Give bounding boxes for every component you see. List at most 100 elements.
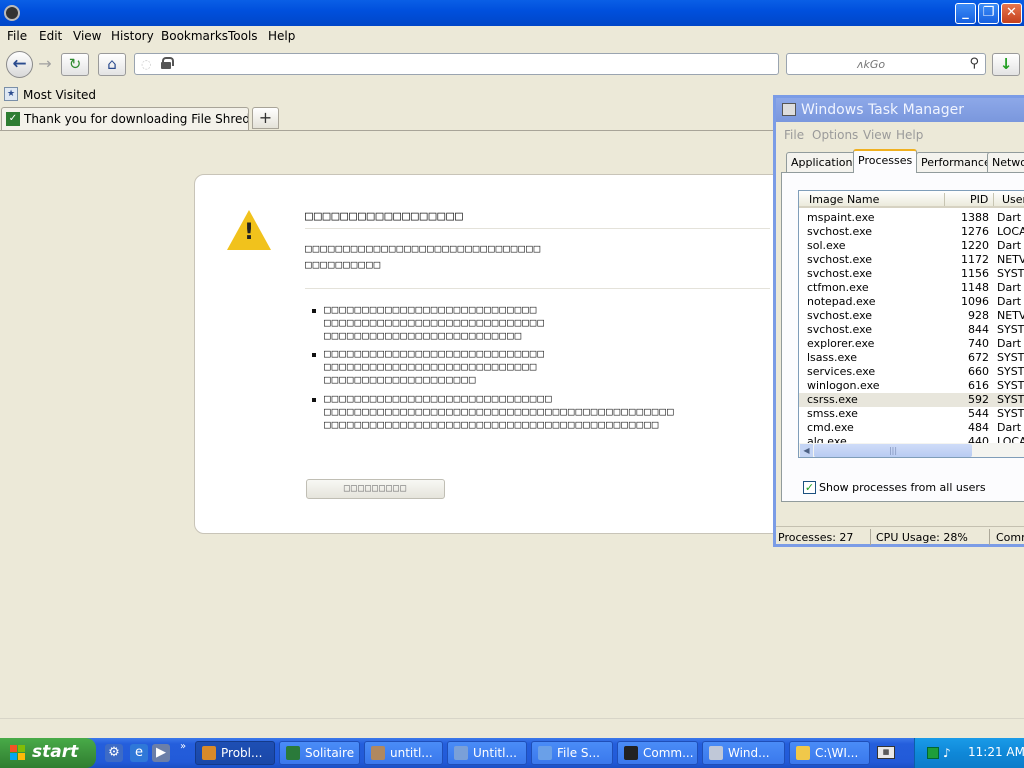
favicon-icon: ✓ xyxy=(6,112,20,126)
horizontal-scrollbar[interactable]: ◀ ||| xyxy=(799,443,1024,457)
table-row[interactable]: svchost.exe 844 SYST xyxy=(799,323,1024,337)
tab-applications[interactable]: Applications xyxy=(786,152,864,172)
search-bar[interactable]: ʌkGo ⚲ xyxy=(786,53,986,75)
table-row[interactable]: cmd.exe 484 Dart xyxy=(799,421,1024,435)
taskbar-button-solitaire[interactable]: Solitaire xyxy=(279,741,360,765)
process-pid: 1096 xyxy=(961,295,989,308)
menu-bookmarks[interactable]: Bookmarks xyxy=(161,29,228,43)
process-pid: 844 xyxy=(968,323,989,336)
taskbar-button-file-shredder[interactable]: File S... xyxy=(531,741,613,765)
downloads-button[interactable]: ↓ xyxy=(992,53,1020,76)
process-list-header: Image Name PID User xyxy=(799,191,1024,208)
quick-launch-more-icon[interactable]: » xyxy=(180,741,186,752)
internet-explorer-icon[interactable]: e xyxy=(130,744,148,762)
url-bar[interactable]: ◌ xyxy=(134,53,779,75)
tab-processes[interactable]: Processes xyxy=(853,149,918,173)
table-row[interactable]: svchost.exe 1156 SYST xyxy=(799,267,1024,281)
warning-exclamation-icon: ! xyxy=(243,220,255,245)
back-arrow-icon: ← xyxy=(12,54,27,74)
table-row[interactable]: svchost.exe 928 NETV xyxy=(799,309,1024,323)
table-row[interactable]: svchost.exe 1172 NETV xyxy=(799,253,1024,267)
search-icon[interactable]: ⚲ xyxy=(969,56,979,71)
table-row[interactable]: mspaint.exe 1388 Dart xyxy=(799,211,1024,225)
process-pid: 544 xyxy=(968,407,989,420)
process-pid: 1276 xyxy=(961,225,989,238)
process-pid: 1388 xyxy=(961,211,989,224)
reload-button[interactable]: ↻ xyxy=(61,53,89,76)
column-user[interactable]: User xyxy=(1002,193,1024,206)
back-button[interactable]: ← xyxy=(6,51,33,78)
taskbar-button-paint[interactable]: untitl... xyxy=(364,741,443,765)
menu-file[interactable]: File xyxy=(7,29,27,43)
table-row[interactable]: svchost.exe 1276 LOCA xyxy=(799,225,1024,239)
volume-icon[interactable]: ♪ xyxy=(943,746,951,760)
process-name: svchost.exe xyxy=(807,323,873,336)
tab-networking[interactable]: Networ xyxy=(987,152,1024,172)
table-row[interactable]: lsass.exe 672 SYST xyxy=(799,351,1024,365)
media-player-icon[interactable]: ▶ xyxy=(152,744,170,762)
bullet-3-line-2: □□□□□□□□□□□□□□□□□□□□□□□□□□□□□□□□□□□□□□□□… xyxy=(324,405,675,418)
bookmark-most-visited[interactable]: Most Visited xyxy=(23,88,96,102)
try-again-button[interactable]: □□□□□□□□□ xyxy=(306,479,445,499)
taskbar-button-folder[interactable]: C:\WI... xyxy=(789,741,870,765)
taskbar-button-cmd[interactable]: Comm... xyxy=(617,741,698,765)
menu-history[interactable]: History xyxy=(111,29,154,43)
error-description-line-1: □□□□□□□□□□□□□□□□□□□□□□□□□□□□□□□ xyxy=(305,242,542,255)
error-title-divider xyxy=(305,228,770,229)
table-row[interactable]: ctfmon.exe 1148 Dart xyxy=(799,281,1024,295)
globe-icon: ◌ xyxy=(141,57,152,71)
bullet-marker xyxy=(312,398,316,402)
table-row[interactable]: services.exe 660 SYST xyxy=(799,365,1024,379)
process-user: NETV xyxy=(997,309,1024,322)
process-list[interactable]: Image Name PID User mspaint.exe1388Darts… xyxy=(798,190,1024,458)
start-button[interactable]: start xyxy=(0,738,96,768)
table-row[interactable]: csrss.exe 592 SYST xyxy=(799,393,1024,407)
taskbar-button-notepad[interactable]: Untitl... xyxy=(447,741,527,765)
process-user: Dart xyxy=(997,337,1022,350)
tab-performance[interactable]: Performance xyxy=(916,152,996,172)
task-manager-window[interactable]: Windows Task Manager File Options View H… xyxy=(773,95,1024,547)
table-row[interactable]: smss.exe 544 SYST xyxy=(799,407,1024,421)
status-separator xyxy=(989,529,990,545)
scroll-left-icon[interactable]: ◀ xyxy=(800,444,813,457)
process-pid: 1220 xyxy=(961,239,989,252)
menu-tools[interactable]: Tools xyxy=(228,29,258,43)
process-name: ctfmon.exe xyxy=(807,281,869,294)
process-pid: 484 xyxy=(968,421,989,434)
table-row[interactable]: sol.exe 1220 Dart xyxy=(799,239,1024,253)
task-manager-title-bar[interactable]: Windows Task Manager xyxy=(776,98,1024,122)
tm-menu-file[interactable]: File xyxy=(784,128,804,142)
taskbar-button-firefox[interactable]: Probl... xyxy=(195,741,275,765)
table-row[interactable]: winlogon.exe 616 SYST xyxy=(799,379,1024,393)
taskbar-button-task-manager[interactable]: Wind... xyxy=(702,741,785,765)
column-pid[interactable]: PID xyxy=(970,193,988,206)
maximize-button[interactable]: ❐ xyxy=(978,3,999,24)
tab-active[interactable]: ✓ Thank you for downloading File Shredde… xyxy=(1,107,249,131)
process-user: Dart xyxy=(997,295,1022,308)
tm-menu-options[interactable]: Options xyxy=(812,128,858,142)
keyboard-icon[interactable]: ▦ xyxy=(877,746,895,759)
table-row[interactable]: explorer.exe 740 Dart xyxy=(799,337,1024,351)
show-all-users-checkbox[interactable]: ✓ xyxy=(803,481,816,494)
tm-menu-help[interactable]: Help xyxy=(896,128,923,142)
show-desktop-icon[interactable]: ⚙ xyxy=(105,744,123,762)
menu-edit[interactable]: Edit xyxy=(39,29,62,43)
solitaire-icon xyxy=(286,746,300,760)
bookmark-folder-icon: ★ xyxy=(4,87,18,101)
new-tab-button[interactable]: + xyxy=(252,107,279,129)
scroll-thumb[interactable]: ||| xyxy=(814,444,972,457)
clock[interactable]: 11:21 AM xyxy=(968,745,1024,759)
menu-help[interactable]: Help xyxy=(268,29,295,43)
tm-menu-view[interactable]: View xyxy=(863,128,891,142)
close-button[interactable]: ✕ xyxy=(1001,3,1022,24)
home-button[interactable]: ⌂ xyxy=(98,53,126,76)
table-row[interactable]: notepad.exe 1096 Dart xyxy=(799,295,1024,309)
menu-view[interactable]: View xyxy=(73,29,101,43)
column-image-name[interactable]: Image Name xyxy=(809,193,879,206)
process-pid: 1172 xyxy=(961,253,989,266)
forward-button[interactable]: → xyxy=(35,55,55,75)
process-user: NETV xyxy=(997,253,1024,266)
browser-title-bar[interactable]: _ ❐ ✕ xyxy=(0,0,1024,26)
network-icon[interactable] xyxy=(927,747,939,759)
minimize-button[interactable]: _ xyxy=(955,3,976,24)
